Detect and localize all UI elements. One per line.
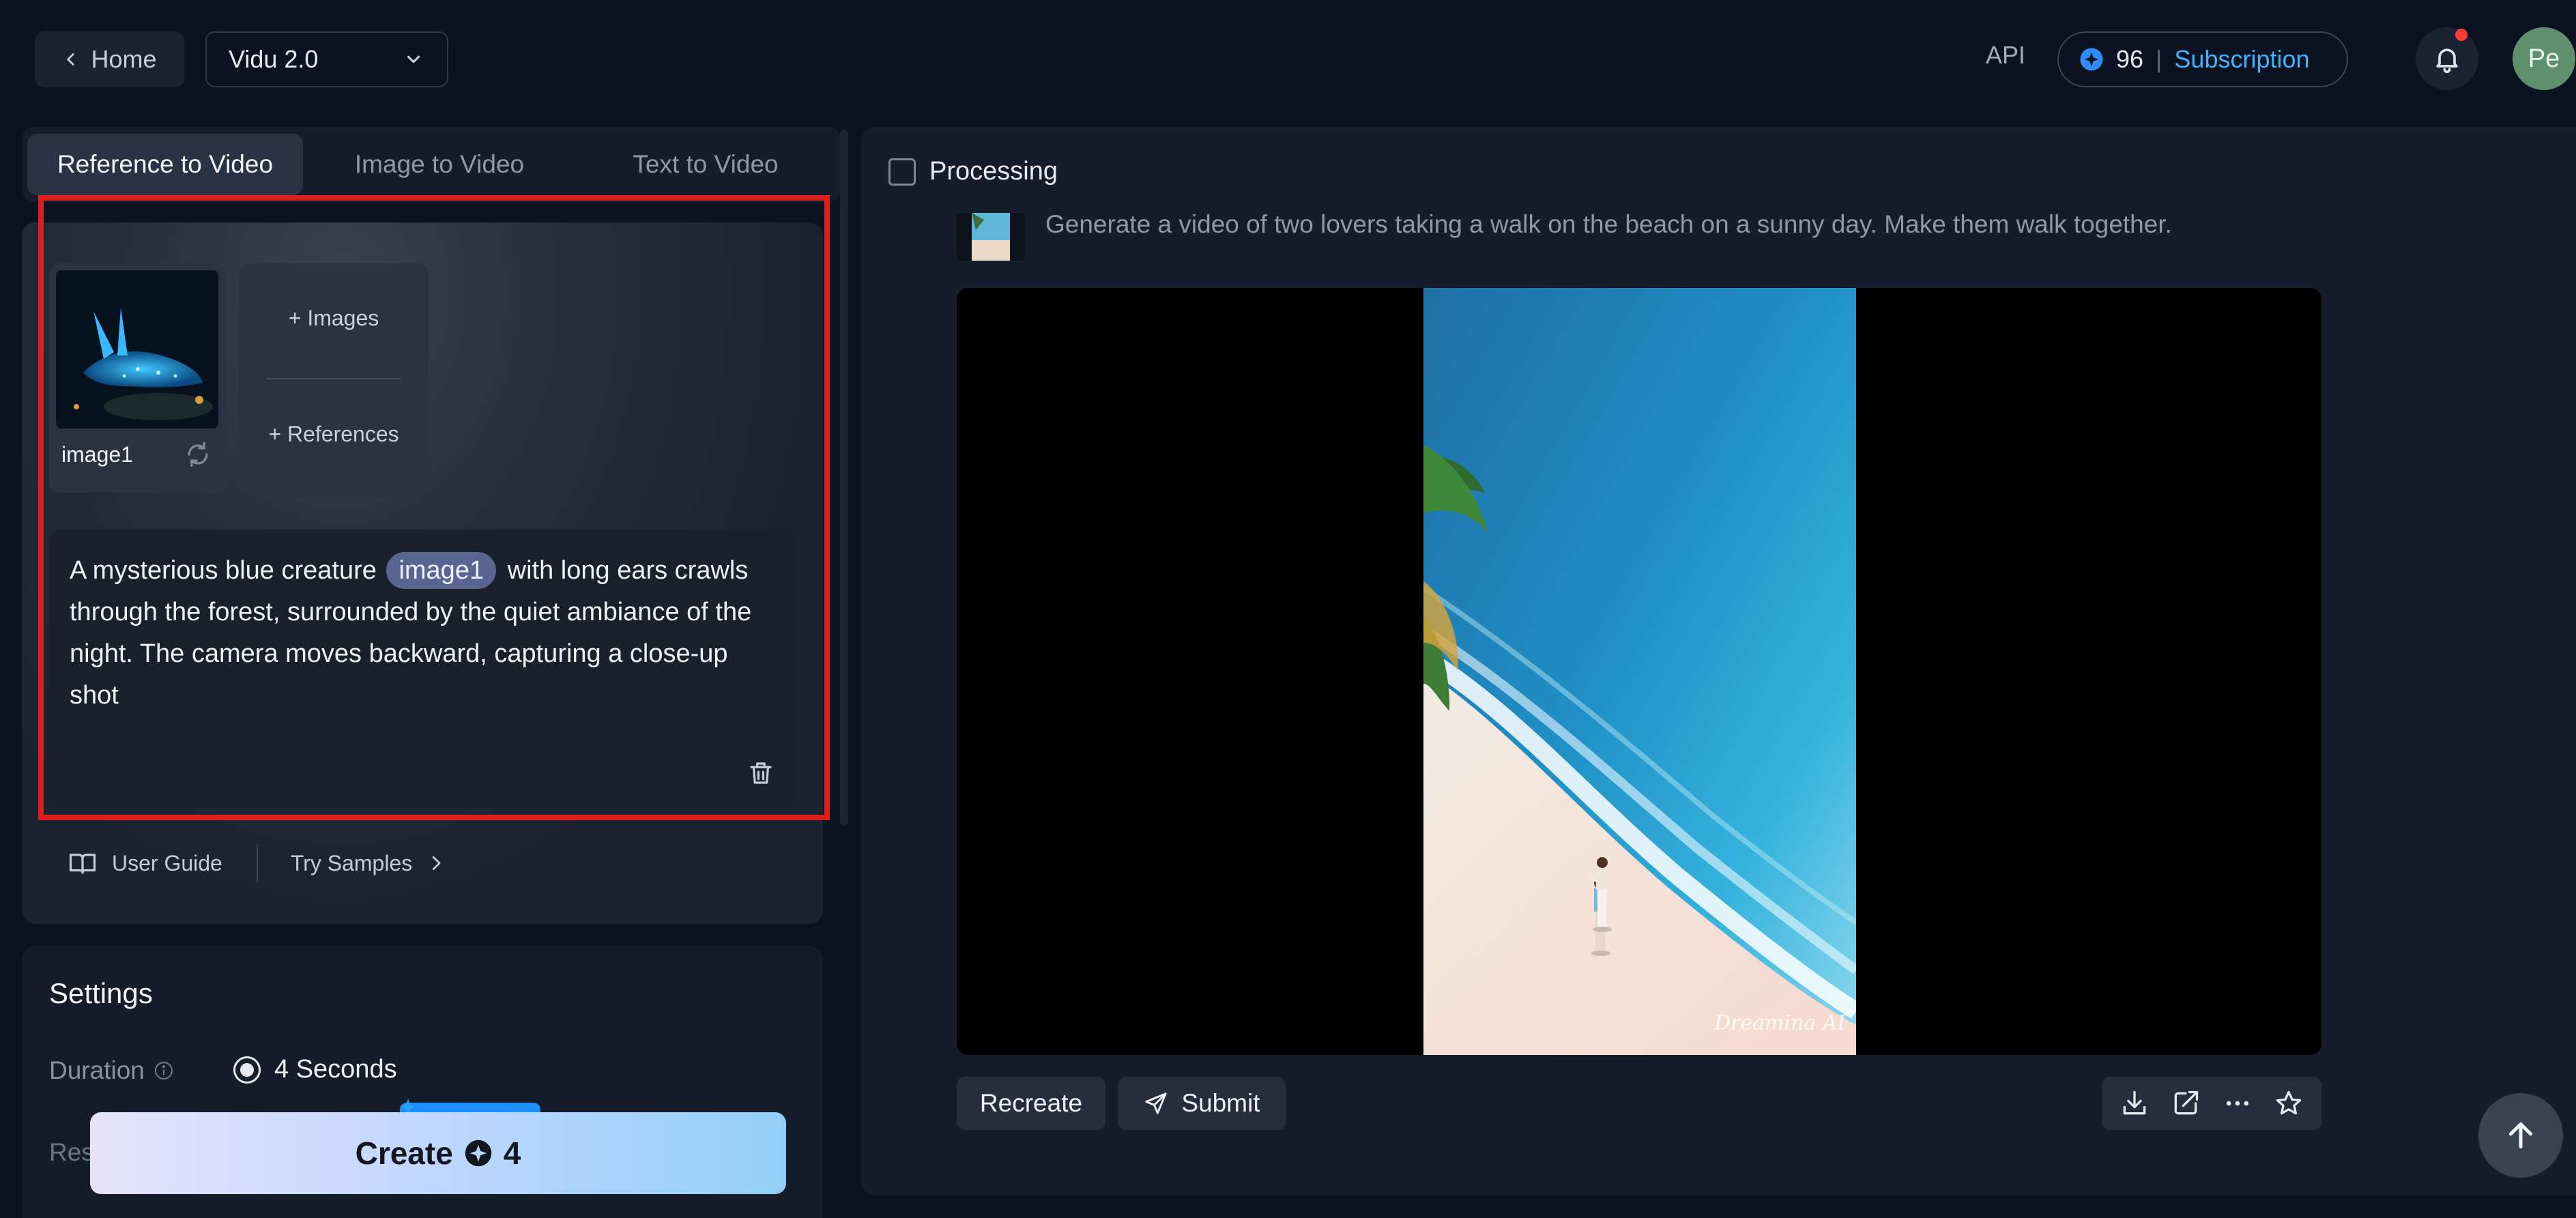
create-cost: 4 bbox=[503, 1135, 521, 1171]
try-samples-link[interactable]: Try Samples bbox=[291, 851, 412, 876]
reference-image-label: image1 bbox=[61, 442, 133, 467]
duration-option-4s[interactable]: 4 Seconds bbox=[233, 1055, 397, 1084]
result-prompt-text: Generate a video of two lovers taking a … bbox=[1045, 210, 2172, 238]
bell-icon bbox=[2436, 48, 2458, 74]
book-icon bbox=[69, 854, 96, 874]
create-label: Create bbox=[355, 1135, 453, 1171]
settings-title: Settings bbox=[49, 977, 153, 1009]
processing-row: Processing bbox=[888, 157, 1058, 186]
prompt-image-tag[interactable]: image1 bbox=[386, 552, 497, 589]
info-icon[interactable] bbox=[153, 1060, 175, 1082]
user-guide-link[interactable]: User Guide bbox=[112, 851, 222, 876]
notifications-button[interactable] bbox=[2416, 27, 2478, 90]
left-panel-scrollbar[interactable] bbox=[840, 130, 848, 826]
recreate-button[interactable]: Recreate bbox=[957, 1077, 1105, 1130]
tab-image-to-video[interactable]: Image to Video bbox=[303, 134, 576, 195]
chevron-down-icon bbox=[407, 55, 420, 63]
subscription-link[interactable]: Subscription bbox=[2174, 45, 2309, 74]
model-value: Vidu 2.0 bbox=[229, 45, 319, 73]
create-button[interactable]: Create 4 bbox=[90, 1112, 786, 1194]
avatar[interactable]: Pe bbox=[2513, 27, 2575, 90]
reference-image-thumbnail bbox=[56, 270, 218, 429]
credits-count: 96 bbox=[2116, 45, 2144, 73]
reference-image-card[interactable]: image1 bbox=[49, 263, 225, 493]
submit-label: Submit bbox=[1181, 1089, 1260, 1117]
prompt-textarea[interactable]: A mysterious blue creature image1 with l… bbox=[49, 530, 796, 808]
home-label: Home bbox=[91, 45, 157, 73]
download-icon[interactable] bbox=[2119, 1088, 2150, 1118]
duration-radio[interactable] bbox=[233, 1056, 261, 1084]
status-label: Processing bbox=[929, 157, 1058, 186]
add-images-button[interactable]: + Images bbox=[239, 306, 429, 331]
credits-subscription-pill[interactable]: 96 | Subscription bbox=[2057, 31, 2348, 87]
select-checkbox[interactable] bbox=[888, 158, 916, 186]
send-icon bbox=[1145, 1092, 1168, 1114]
add-references-button[interactable]: + References bbox=[239, 422, 429, 447]
arrow-up-icon bbox=[2508, 1122, 2533, 1149]
credits-separator: | bbox=[2156, 45, 2162, 73]
video-watermark: Dreamina AI bbox=[1714, 1011, 1846, 1035]
add-reference-card: + Images + References bbox=[239, 263, 429, 493]
result-prompt-thumbnail bbox=[957, 213, 1025, 261]
help-links-divider bbox=[256, 844, 258, 882]
share-icon[interactable] bbox=[2171, 1088, 2201, 1118]
credit-coin-icon bbox=[465, 1140, 492, 1167]
star-icon[interactable] bbox=[2274, 1088, 2304, 1118]
more-icon[interactable] bbox=[2223, 1088, 2253, 1118]
prompt-text-before: A mysterious blue creature bbox=[70, 556, 377, 585]
duration-value: 4 Seconds bbox=[274, 1055, 397, 1084]
duration-label-text: Duration bbox=[49, 1056, 145, 1084]
model-select[interactable]: Vidu 2.0 bbox=[205, 31, 448, 87]
add-card-divider bbox=[266, 378, 401, 379]
submit-button[interactable]: Submit bbox=[1118, 1077, 1286, 1130]
duration-label: Duration bbox=[49, 1056, 175, 1085]
swap-icon[interactable] bbox=[183, 439, 213, 469]
video-player[interactable]: Dreamina AI bbox=[957, 288, 2321, 1055]
tab-text-to-video[interactable]: Text to Video bbox=[576, 134, 835, 195]
scroll-to-top-button[interactable] bbox=[2478, 1093, 2563, 1178]
notification-dot bbox=[2455, 29, 2468, 41]
chevron-left-icon bbox=[67, 53, 75, 66]
trash-icon[interactable] bbox=[747, 759, 775, 787]
resolution-label: Res bbox=[49, 1138, 94, 1166]
api-link[interactable]: API bbox=[1986, 41, 2025, 70]
tab-reference-to-video[interactable]: Reference to Video bbox=[27, 134, 303, 195]
video-actions bbox=[2102, 1077, 2321, 1130]
credit-coin-icon bbox=[2080, 48, 2103, 71]
chevron-right-icon[interactable] bbox=[426, 853, 446, 873]
mode-tabs: Reference to Video Image to Video Text t… bbox=[22, 127, 841, 202]
video-preview bbox=[1423, 288, 1856, 1055]
help-links: User Guide Try Samples bbox=[68, 844, 461, 882]
home-button[interactable]: Home bbox=[35, 31, 184, 87]
